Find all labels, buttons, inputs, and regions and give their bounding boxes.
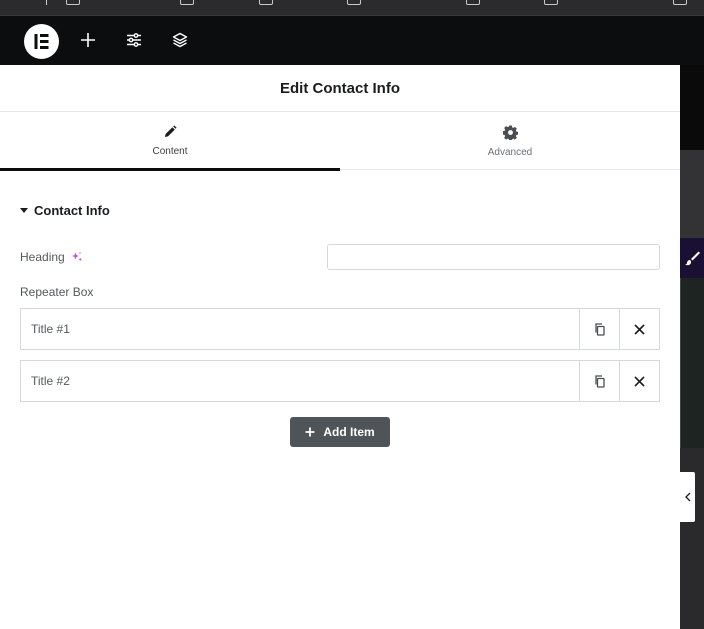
remove-button[interactable] — [619, 309, 659, 349]
sliders-icon[interactable] — [123, 29, 145, 51]
pencil-icon — [165, 125, 177, 137]
add-item-button[interactable]: Add Item — [290, 417, 390, 447]
bookmark-folder-icon[interactable] — [259, 0, 273, 5]
caret-down-icon — [20, 208, 28, 213]
copy-icon — [594, 374, 605, 388]
copy-icon — [594, 322, 605, 336]
editor-panel: Edit Contact Info Content Advanced Conta… — [0, 65, 680, 629]
bookmark-separator — [46, 0, 47, 5]
brush-icon — [685, 251, 700, 266]
panel-tabs: Content Advanced — [0, 112, 680, 171]
repeater-item: Title #2 — [20, 360, 660, 402]
heading-label-text: Heading — [20, 250, 65, 264]
repeater-item-title[interactable]: Title #1 — [21, 309, 579, 349]
bookmark-folder-icon[interactable] — [673, 0, 687, 5]
tab-content[interactable]: Content — [0, 112, 340, 171]
sparkle-icon[interactable] — [71, 251, 83, 263]
heading-label: Heading — [20, 250, 83, 264]
bookmark-folder-icon[interactable] — [66, 0, 80, 5]
bookmark-folder-icon[interactable] — [544, 0, 558, 5]
plus-icon — [305, 427, 315, 437]
tab-advanced[interactable]: Advanced — [340, 112, 680, 170]
editor-topbar — [0, 16, 704, 65]
section-toggle-contact-info[interactable]: Contact Info — [20, 203, 110, 218]
bookmark-folder-icon[interactable] — [466, 0, 480, 5]
elementor-logo-icon[interactable] — [24, 24, 59, 59]
layers-icon[interactable] — [169, 29, 191, 51]
edit-widget-handle[interactable] — [680, 238, 704, 278]
add-item-label: Add Item — [323, 425, 375, 439]
preview-content-strip — [680, 278, 704, 448]
close-icon — [634, 323, 645, 335]
panel-title: Edit Contact Info — [280, 79, 400, 97]
panel-header: Edit Contact Info — [0, 65, 680, 112]
bookmark-bar — [0, 0, 704, 16]
remove-button[interactable] — [619, 361, 659, 401]
bookmark-folder-icon[interactable] — [347, 0, 361, 5]
duplicate-button[interactable] — [579, 361, 619, 401]
preview-header-strip — [680, 65, 704, 150]
plus-icon[interactable] — [77, 29, 99, 51]
tab-label: Content — [152, 146, 188, 157]
apps-grid-icon[interactable] — [17, 0, 33, 5]
chevron-left-icon — [684, 492, 690, 502]
repeater-item-title[interactable]: Title #2 — [21, 361, 579, 401]
repeater-item: Title #1 — [20, 308, 660, 350]
gear-icon — [502, 124, 518, 140]
collapse-panel-toggle[interactable] — [680, 472, 695, 522]
tab-label: Advanced — [487, 146, 533, 158]
preview-canvas — [680, 65, 704, 629]
close-icon — [634, 375, 645, 387]
bookmark-folder-icon[interactable] — [180, 0, 194, 5]
preview-section-strip — [680, 150, 704, 238]
section-title: Contact Info — [34, 203, 110, 218]
heading-input[interactable] — [327, 244, 660, 270]
repeater-label: Repeater Box — [20, 285, 94, 299]
duplicate-button[interactable] — [579, 309, 619, 349]
